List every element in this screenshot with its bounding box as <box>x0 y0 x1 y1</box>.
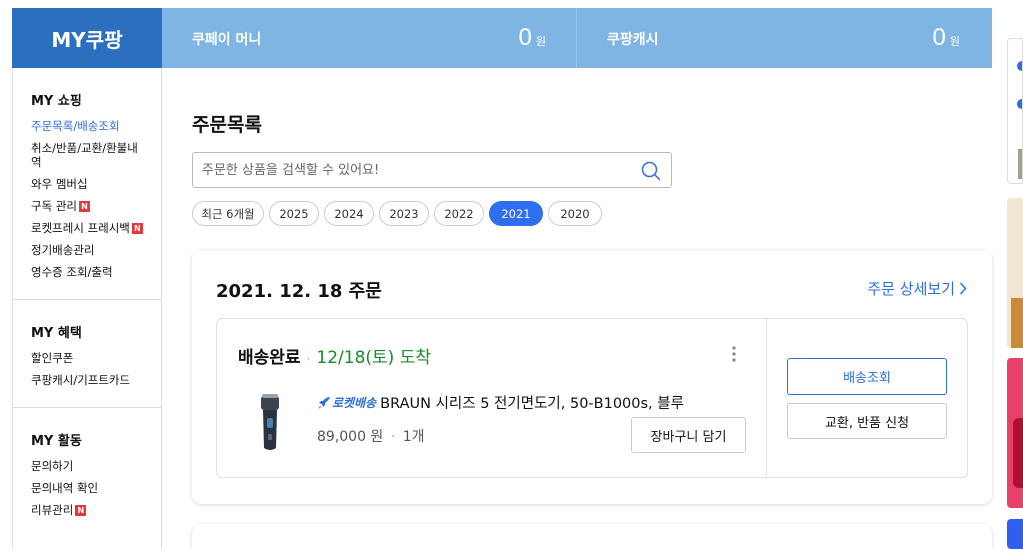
sidebar-item[interactable]: 문의하기 <box>31 459 146 473</box>
track-delivery-button[interactable]: 배송조회 <box>787 358 947 395</box>
ad-image <box>1018 149 1022 179</box>
coupay-money-balance[interactable]: 쿠페이 머니 0원 <box>162 8 576 68</box>
order-card <box>192 524 992 549</box>
sidebar-item[interactable]: 주문목록/배송조회 <box>31 119 146 133</box>
more-options-icon[interactable] <box>732 345 736 363</box>
sidebar-section: MY 활동문의하기문의내역 확인리뷰관리 N <box>13 408 161 537</box>
delivery-status: 배송완료 · 12/18(토) 도착 <box>238 343 431 368</box>
sidebar-item[interactable]: 문의내역 확인 <box>31 481 146 495</box>
page-title: 주문목록 <box>192 114 262 136</box>
balance-bar: 쿠페이 머니 0원 쿠팡캐시 0원 <box>162 8 992 68</box>
rocket-delivery-badge: 로켓배송 <box>317 394 376 411</box>
sidebar-section-title: MY 활동 <box>31 434 82 449</box>
year-tab[interactable]: 2025 <box>269 201 319 226</box>
sidebar-section-title: MY 혜택 <box>31 326 82 341</box>
side-ad-banner[interactable] <box>1007 198 1023 348</box>
side-ad-banner[interactable] <box>1007 38 1023 184</box>
product-quantity: 1개 <box>402 429 425 445</box>
balance-amount: 0원 <box>932 24 960 51</box>
year-tab[interactable]: 2024 <box>324 201 374 226</box>
year-tab[interactable]: 2023 <box>379 201 429 226</box>
coupang-cash-balance[interactable]: 쿠팡캐시 0원 <box>576 8 990 68</box>
side-ad-banner[interactable] <box>1007 358 1023 508</box>
year-tab[interactable]: 2021 <box>489 201 543 226</box>
order-search-input[interactable] <box>193 153 633 187</box>
status-text: 배송완료 <box>238 348 301 368</box>
product-name: BRAUN 시리즈 5 전기면도기, 50-B1000s, 블루 <box>380 396 684 412</box>
arrival-date: 12/18(토) 도착 <box>316 348 431 368</box>
sidebar-item[interactable]: 구독 관리 N <box>31 199 146 213</box>
sidebar-item[interactable]: 정기배송관리 <box>31 243 146 257</box>
exchange-return-button[interactable]: 교환, 반품 신청 <box>787 403 947 439</box>
my-coupang-title[interactable]: MY쿠팡 <box>12 8 162 68</box>
ad-image <box>1011 298 1023 348</box>
new-badge: N <box>131 223 143 234</box>
search-icon[interactable] <box>641 161 661 181</box>
add-to-cart-button[interactable]: 장바구니 담기 <box>631 417 746 453</box>
ad-dot <box>1017 61 1022 71</box>
order-item-info: 배송완료 · 12/18(토) 도착 로켓배송 BRAUN 시리즈 5 전기면도… <box>217 319 767 477</box>
new-badge: N <box>78 201 90 212</box>
order-detail-link[interactable]: 주문 상세보기 <box>867 278 967 299</box>
separator-dot: · <box>306 352 311 366</box>
order-date: 2021. 12. 18 주문 <box>216 281 382 302</box>
year-filter-tabs: 최근 6개월 2025 2024 2023 2022 2021 2020 <box>192 201 602 226</box>
sidebar-item[interactable]: 리뷰관리 N <box>31 503 146 517</box>
side-ad-strip <box>1007 38 1023 549</box>
ad-image <box>1013 418 1023 488</box>
balance-amount: 0원 <box>518 24 546 51</box>
sidebar-item[interactable]: 로켓프레시 프레시백 N <box>31 221 146 235</box>
chevron-right-icon <box>959 282 967 295</box>
sidebar-section: MY 혜택할인쿠폰쿠팡캐시/기프트카드 <box>13 300 161 408</box>
separator-dot: · <box>390 429 396 445</box>
sidebar-item[interactable]: 와우 멤버십 <box>31 177 146 191</box>
sidebar: MY 쇼핑주문목록/배송조회취소/반품/교환/환불내역와우 멤버십구독 관리 N 로… <box>12 68 162 549</box>
balance-label: 쿠팡캐시 <box>607 32 659 48</box>
product-image-shaver[interactable] <box>253 392 287 454</box>
order-search-box <box>192 152 672 188</box>
sidebar-item[interactable]: 영수증 조회/출력 <box>31 265 146 279</box>
order-item-box: 배송완료 · 12/18(토) 도착 로켓배송 BRAUN 시리즈 5 전기면도… <box>216 318 968 478</box>
sidebar-item[interactable]: 쿠팡캐시/기프트카드 <box>31 373 146 387</box>
sidebar-item[interactable]: 취소/반품/교환/환불내역 <box>31 141 146 169</box>
ad-dot <box>1017 99 1022 109</box>
year-tab[interactable]: 2020 <box>548 201 602 226</box>
price-quantity: 89,000 원 · 1개 <box>317 426 424 446</box>
product-title[interactable]: 로켓배송 BRAUN 시리즈 5 전기면도기, 50-B1000s, 블루 <box>317 392 684 413</box>
sidebar-section: MY 쇼핑주문목록/배송조회취소/반품/교환/환불내역와우 멤버십구독 관리 N 로… <box>13 68 161 300</box>
sidebar-section-title: MY 쇼핑 <box>31 94 82 109</box>
new-badge: N <box>75 505 87 516</box>
sidebar-item[interactable]: 할인쿠폰 <box>31 351 146 365</box>
product-price: 89,000 원 <box>317 429 384 445</box>
year-tab[interactable]: 최근 6개월 <box>192 201 264 226</box>
order-card: 2021. 12. 18 주문 주문 상세보기 배송완료 · 12/18(토) … <box>192 250 992 504</box>
side-ad-banner[interactable] <box>1007 519 1023 549</box>
year-tab[interactable]: 2022 <box>434 201 484 226</box>
rocket-icon <box>318 397 330 409</box>
balance-label: 쿠페이 머니 <box>192 32 262 48</box>
